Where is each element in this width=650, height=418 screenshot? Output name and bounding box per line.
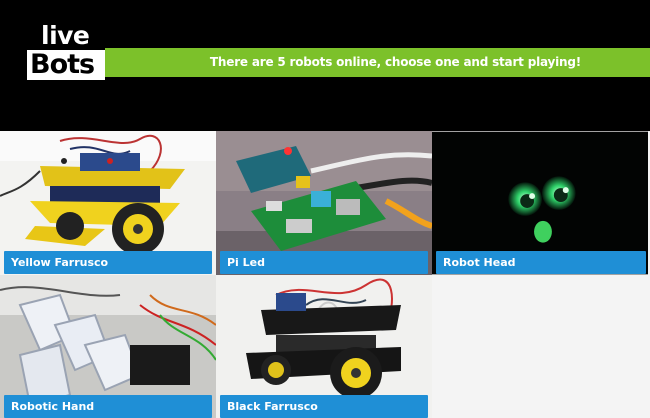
empty-grid-slot: [432, 275, 650, 418]
robot-tile-robotic-hand[interactable]: Robotic Hand: [0, 275, 216, 418]
livebots-logo[interactable]: live Bots: [27, 22, 105, 80]
robot-tile-label: Robotic Hand: [4, 395, 212, 418]
robot-tile-label: Black Farrusco: [220, 395, 428, 418]
logo-line-bots: Bots: [27, 50, 105, 80]
robot-tile-label: Pi Led: [220, 251, 428, 274]
robots-online-banner: There are 5 robots online, choose one an…: [105, 48, 650, 77]
robot-tile-label: Robot Head: [436, 251, 646, 274]
robot-tile-black-farrusco[interactable]: Black Farrusco: [216, 275, 432, 418]
robot-tile-label: Yellow Farrusco: [4, 251, 212, 274]
header: live Bots There are 5 robots online, cho…: [0, 0, 650, 131]
robot-tile-yellow-farrusco[interactable]: Yellow Farrusco: [0, 131, 216, 275]
robot-tile-pi-led[interactable]: Pi Led: [216, 131, 432, 275]
logo-line-live: live: [27, 22, 105, 51]
robot-tile-robot-head[interactable]: Robot Head: [432, 131, 650, 275]
